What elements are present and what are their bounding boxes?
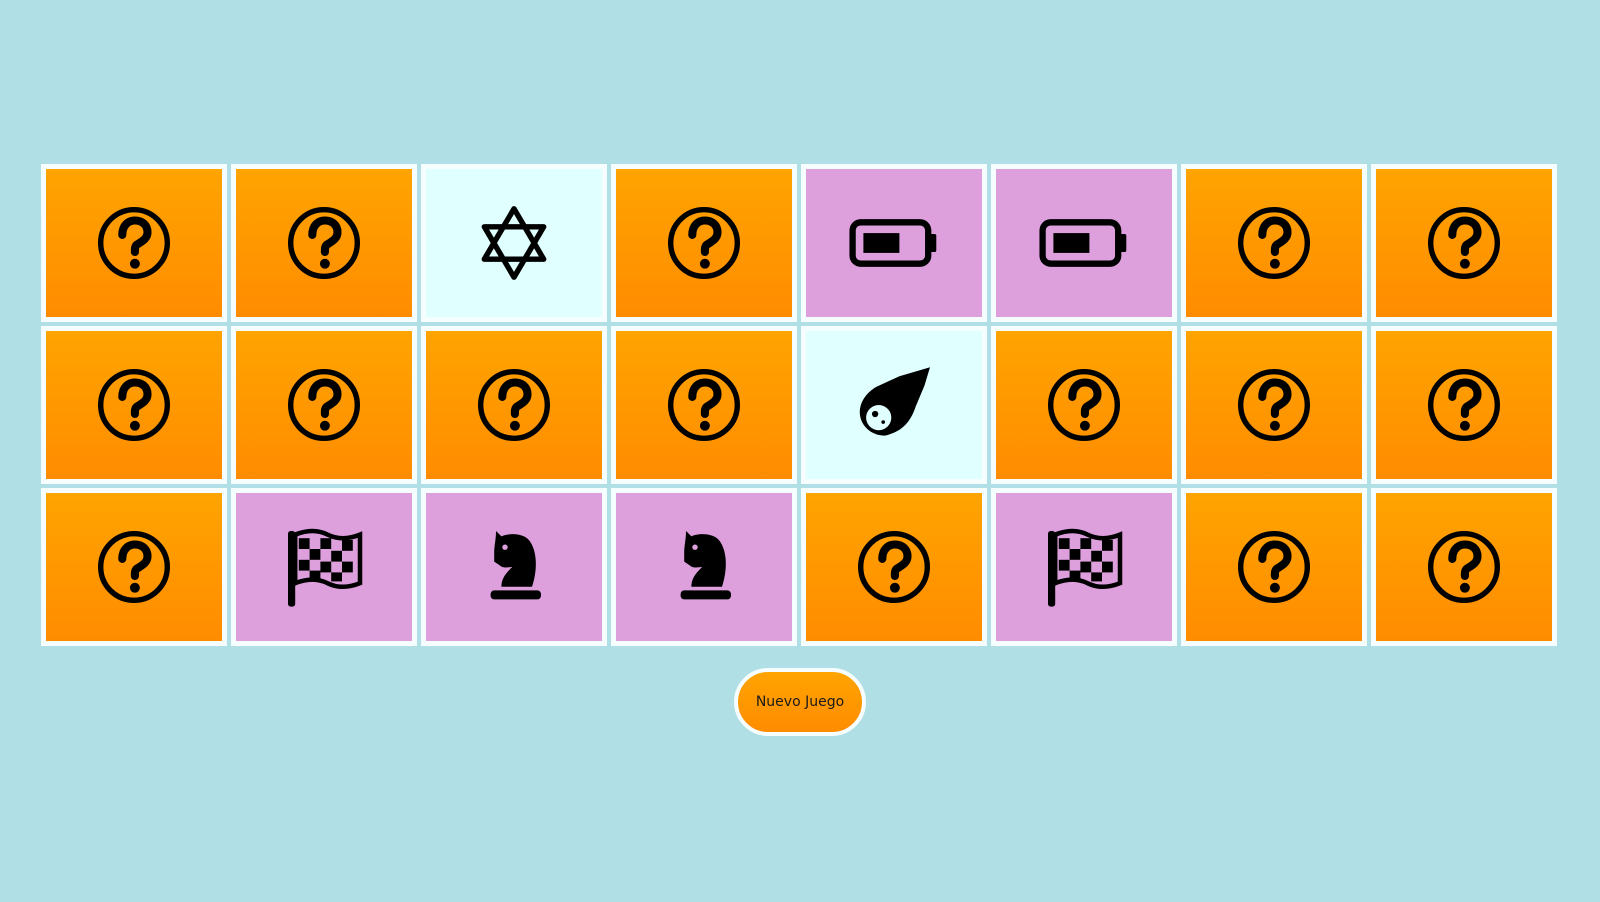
comet-icon — [849, 360, 939, 450]
card-revealed[interactable] — [421, 164, 607, 322]
question-circle-icon — [849, 522, 939, 612]
card-hidden[interactable] — [1371, 164, 1557, 322]
question-circle-icon — [89, 522, 179, 612]
question-circle-icon — [1419, 360, 1509, 450]
card-hidden[interactable] — [1181, 164, 1367, 322]
card-matched[interactable] — [611, 488, 797, 646]
checkered-flag-icon — [1039, 522, 1129, 612]
question-circle-icon — [1039, 360, 1129, 450]
card-matched[interactable] — [991, 488, 1177, 646]
card-revealed[interactable] — [801, 326, 987, 484]
card-hidden[interactable] — [801, 488, 987, 646]
question-circle-icon — [1419, 522, 1509, 612]
question-circle-icon — [279, 360, 369, 450]
card-hidden[interactable] — [41, 164, 227, 322]
question-circle-icon — [1419, 198, 1509, 288]
question-circle-icon — [89, 360, 179, 450]
card-matched[interactable] — [801, 164, 987, 322]
card-hidden[interactable] — [1181, 488, 1367, 646]
card-hidden[interactable] — [611, 164, 797, 322]
card-hidden[interactable] — [1371, 488, 1557, 646]
card-hidden[interactable] — [41, 488, 227, 646]
question-circle-icon — [279, 198, 369, 288]
new-game-button[interactable]: Nuevo Juego — [734, 668, 866, 736]
card-matched[interactable] — [231, 488, 417, 646]
battery-icon — [1039, 198, 1129, 288]
question-circle-icon — [1229, 360, 1319, 450]
battery-icon — [849, 198, 939, 288]
chess-knight-icon — [469, 522, 559, 612]
card-hidden[interactable] — [421, 326, 607, 484]
question-circle-icon — [89, 198, 179, 288]
memory-game-board — [41, 164, 1559, 646]
question-circle-icon — [1229, 522, 1319, 612]
card-matched[interactable] — [991, 164, 1177, 322]
star-of-david-icon — [469, 198, 559, 288]
card-hidden[interactable] — [991, 326, 1177, 484]
card-hidden[interactable] — [231, 326, 417, 484]
controls: Nuevo Juego — [0, 668, 1600, 736]
card-matched[interactable] — [421, 488, 607, 646]
question-circle-icon — [659, 360, 749, 450]
card-hidden[interactable] — [1181, 326, 1367, 484]
question-circle-icon — [469, 360, 559, 450]
question-circle-icon — [659, 198, 749, 288]
chess-knight-icon — [659, 522, 749, 612]
card-hidden[interactable] — [1371, 326, 1557, 484]
card-hidden[interactable] — [231, 164, 417, 322]
checkered-flag-icon — [279, 522, 369, 612]
card-hidden[interactable] — [611, 326, 797, 484]
question-circle-icon — [1229, 198, 1319, 288]
card-hidden[interactable] — [41, 326, 227, 484]
